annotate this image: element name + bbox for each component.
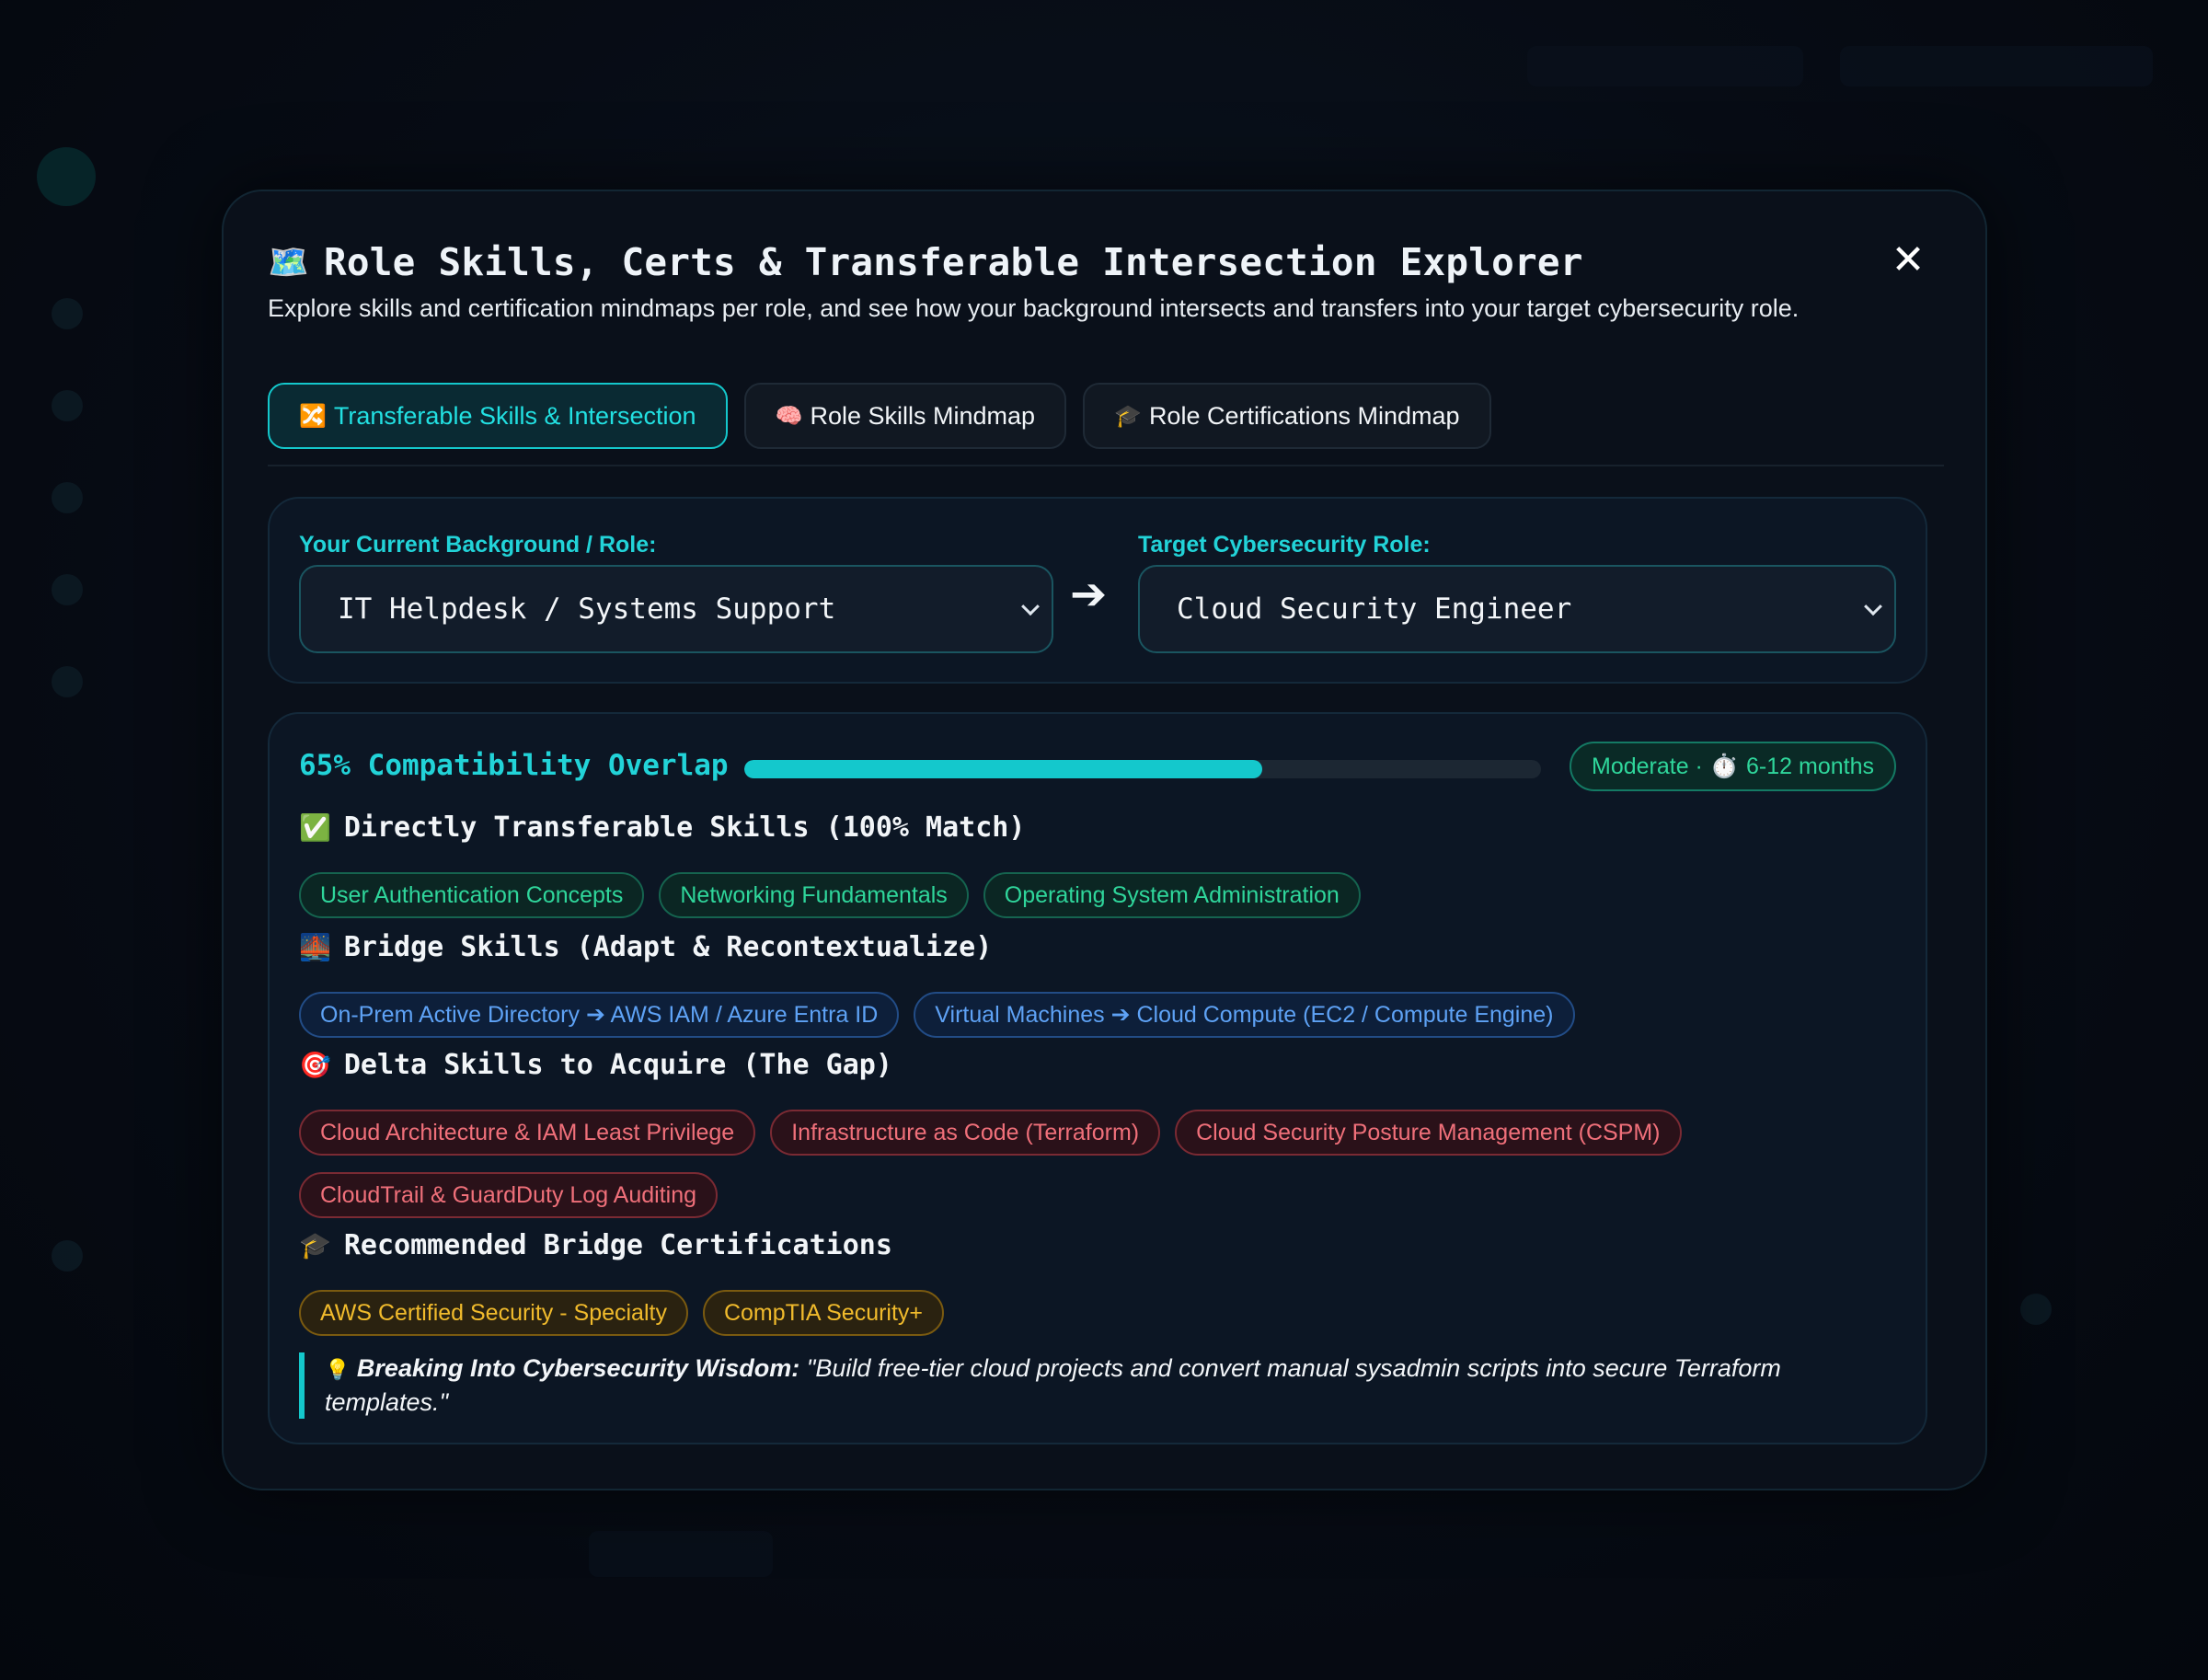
target-role-select[interactable]: Cloud Security Engineer [1138, 565, 1896, 653]
stopwatch-icon: ⏱️ [1709, 753, 1740, 779]
graduation-cap-icon: 🎓 [1114, 403, 1142, 429]
background-dot [52, 482, 83, 513]
bridge-skills-heading: 🌉 Bridge Skills (Adapt & Recontextualize… [299, 931, 992, 963]
modal-subtitle: Explore skills and certification mindmap… [268, 294, 1800, 322]
shuffle-icon: 🔀 [299, 403, 327, 429]
tab-label: Role Skills Mindmap [810, 401, 1036, 430]
target-role-label: Target Cybersecurity Role: [1138, 532, 1431, 558]
check-icon: ✅ [299, 812, 331, 843]
current-role-value: IT Helpdesk / Systems Support [338, 593, 836, 626]
skill-chip: Virtual Machines ➔ Cloud Compute (EC2 / … [914, 992, 1575, 1038]
cert-chip: CompTIA Security+ [702, 1290, 945, 1336]
cert-chip: AWS Certified Security - Specialty [299, 1290, 688, 1336]
skill-chip: CloudTrail & GuardDuty Log Auditing [299, 1172, 719, 1218]
bridge-skills-chips: On-Prem Active Directory ➔ AWS IAM / Azu… [299, 992, 1900, 1038]
tab-role-certifications-mindmap[interactable]: 🎓 Role Certifications Mindmap [1083, 383, 1491, 449]
compatibility-label: 65% Compatibility Overlap [299, 749, 729, 782]
skill-chip: On-Prem Active Directory ➔ AWS IAM / Azu… [299, 992, 900, 1038]
current-role-select[interactable]: IT Helpdesk / Systems Support [299, 565, 1053, 653]
section-title: Delta Skills to Acquire (The Gap) [343, 1049, 892, 1081]
wisdom-heading: Breaking Into Cybersecurity Wisdom: [356, 1354, 800, 1382]
delta-skills-chips-row-1: Cloud Architecture & IAM Least Privilege… [299, 1110, 1900, 1156]
background-dot [52, 666, 83, 697]
difficulty-badge: Moderate · ⏱️ 6-12 months [1570, 742, 1896, 791]
compatibility-progress-bar [744, 760, 1541, 778]
background-strip [589, 1531, 773, 1577]
tab-bar: 🔀 Transferable Skills & Intersection 🧠 R… [268, 383, 1491, 449]
bridge-icon: 🌉 [299, 932, 331, 962]
brain-icon: 🧠 [775, 403, 803, 429]
direct-skills-heading: ✅ Directly Transferable Skills (100% Mat… [299, 811, 1025, 844]
tab-label: Role Certifications Mindmap [1148, 401, 1460, 430]
tab-divider [268, 465, 1944, 466]
lightbulb-icon: 💡 [325, 1359, 351, 1382]
wisdom-quote: 💡 Breaking Into Cybersecurity Wisdom: "B… [299, 1352, 1891, 1419]
bridge-certs-heading: 🎓 Recommended Bridge Certifications [299, 1229, 892, 1261]
background-avatar [37, 147, 96, 206]
current-role-label: Your Current Background / Role: [299, 532, 657, 558]
direct-skills-chips: User Authentication Concepts Networking … [299, 872, 1900, 918]
tab-role-skills-mindmap[interactable]: 🧠 Role Skills Mindmap [743, 383, 1067, 449]
chevron-down-icon [1864, 597, 1882, 616]
skill-chip: Cloud Architecture & IAM Least Privilege [299, 1110, 756, 1156]
modal-title-text: Role Skills, Certs & Transferable Inters… [324, 240, 1583, 284]
skill-chip: Operating System Administration [983, 872, 1361, 918]
difficulty-text: Moderate · [1592, 753, 1703, 779]
modal-title: 🗺️ Role Skills, Certs & Transferable Int… [268, 239, 1583, 285]
skill-chip: Cloud Security Posture Management (CSPM) [1175, 1110, 1682, 1156]
intersection-results-panel: 65% Compatibility Overlap Moderate · ⏱️ … [268, 712, 1927, 1444]
background-dot [52, 390, 83, 421]
target-role-value: Cloud Security Engineer [1177, 593, 1572, 626]
background-strip [1527, 46, 1803, 86]
background-strip [1840, 46, 2153, 86]
background-dot [52, 298, 83, 329]
explorer-modal: 🗺️ Role Skills, Certs & Transferable Int… [222, 190, 1987, 1490]
background-dot [52, 1240, 83, 1272]
section-title: Directly Transferable Skills (100% Match… [343, 811, 1026, 844]
delta-skills-chips-row-2: CloudTrail & GuardDuty Log Auditing [299, 1172, 1900, 1218]
compatibility-progress-fill [744, 760, 1262, 778]
tab-label: Transferable Skills & Intersection [333, 401, 696, 430]
chevron-down-icon [1021, 597, 1040, 616]
section-title: Recommended Bridge Certifications [343, 1229, 892, 1261]
bridge-certs-chips: AWS Certified Security - Specialty CompT… [299, 1290, 1900, 1336]
target-icon: 🎯 [299, 1050, 331, 1080]
skill-chip: Networking Fundamentals [659, 872, 969, 918]
section-title: Bridge Skills (Adapt & Recontextualize) [343, 931, 993, 963]
map-icon: 🗺️ [268, 244, 310, 282]
graduation-cap-icon: 🎓 [299, 1230, 331, 1260]
role-selector-panel: Your Current Background / Role: IT Helpd… [268, 497, 1927, 684]
skill-chip: Infrastructure as Code (Terraform) [770, 1110, 1161, 1156]
background-dot [52, 574, 83, 605]
close-button[interactable]: ✕ [1888, 236, 1928, 283]
duration-text: 6-12 months [1746, 753, 1874, 779]
background-dot [2020, 1294, 2052, 1325]
arrow-right-icon: ➔ [1070, 569, 1108, 620]
delta-skills-heading: 🎯 Delta Skills to Acquire (The Gap) [299, 1049, 892, 1081]
skill-chip: User Authentication Concepts [299, 872, 645, 918]
tab-transferable-skills[interactable]: 🔀 Transferable Skills & Intersection [268, 383, 728, 449]
